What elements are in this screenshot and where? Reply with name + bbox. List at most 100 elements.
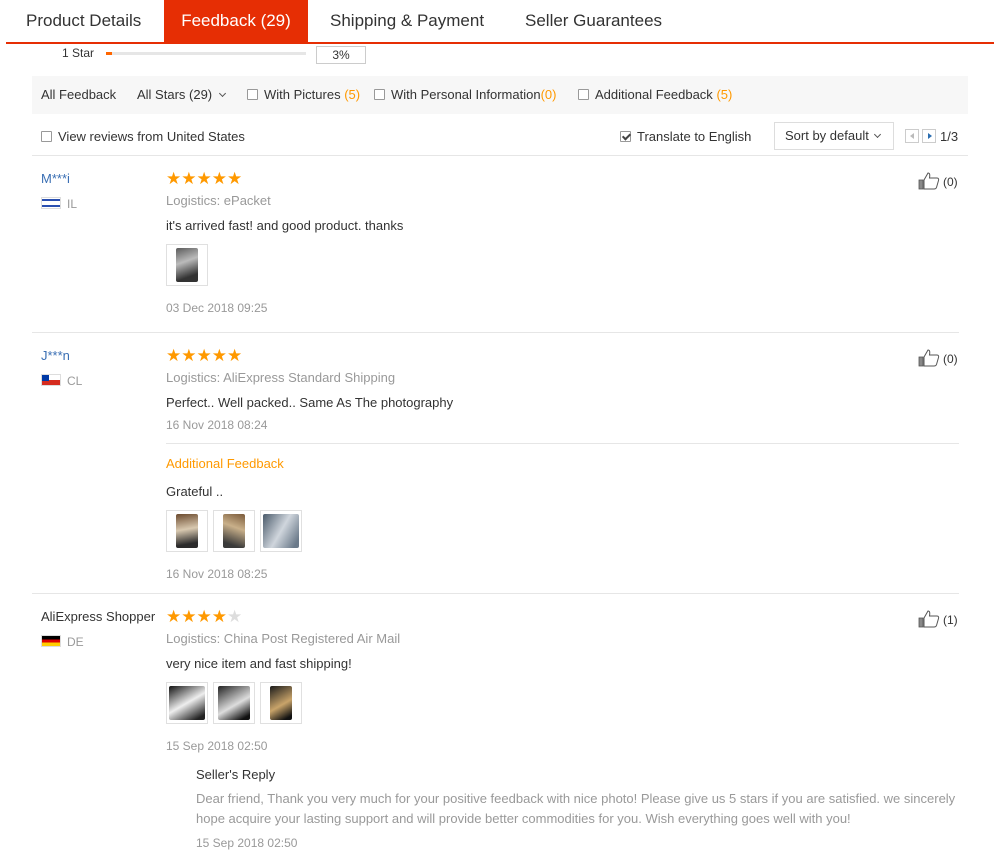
review-photo-thumbnail[interactable] [166,682,208,724]
additional-feedback-date: 16 Nov 2018 08:25 [166,567,268,581]
logistics-info: Logistics: ePacket [166,193,271,208]
reviewer-name[interactable]: J***n [41,348,70,363]
with-personal-label: With Personal Information [391,87,541,102]
star-filled-icon: ★ [181,169,197,188]
view-us-checkbox[interactable] [41,131,52,142]
helpful-count: (0) [943,175,958,189]
helpful-button[interactable]: (1) [918,610,958,628]
seller-reply-date: 15 Sep 2018 02:50 [196,836,298,850]
additional-checkbox[interactable] [578,89,589,100]
star-filled-icon: ★ [227,169,243,188]
star-filled-icon: ★ [196,346,212,365]
chevron-down-icon [219,89,227,98]
star-filled-icon: ★ [166,169,182,188]
filter-all-stars-select[interactable]: All Stars (29) [137,76,227,114]
filter-all-stars-label: All Stars (29) [137,87,213,102]
rating-percent: 3% [316,46,366,64]
photo-image [270,686,292,720]
star-filled-icon: ★ [166,346,182,365]
rating-bar [106,52,306,55]
with-personal-checkbox[interactable] [374,89,385,100]
review-text: it's arrived fast! and good product. tha… [166,218,404,233]
filter-bar: All Feedback All Stars (29) With Picture… [32,76,968,114]
helpful-button[interactable]: (0) [918,349,958,367]
view-us-label: View reviews from United States [58,129,245,144]
tab-feedback[interactable]: Feedback (29) [164,0,308,42]
reviewer-name: AliExpress Shopper [41,609,156,624]
with-personal-count: (0) [540,87,557,102]
review-photo-thumbnail[interactable] [213,510,255,552]
filter-with-personal-info[interactable]: With Personal Information(0) [374,76,556,114]
tab-shipping-payment[interactable]: Shipping & Payment [330,0,484,42]
rating-row-label: 1 Star [62,46,95,60]
additional-count: (5) [716,87,733,102]
review-date: 03 Dec 2018 09:25 [166,301,268,315]
sort-label: Sort by default [785,128,869,143]
thumbs-up-icon [918,610,940,628]
divider [32,332,959,333]
additional-feedback-title: Additional Feedback [166,456,284,471]
star-filled-icon: ★ [166,607,182,626]
helpful-count: (0) [943,352,958,366]
photo-image [223,514,245,548]
helpful-button[interactable]: (0) [918,172,958,190]
review-photo-thumbnail[interactable] [260,682,302,724]
review-photo-thumbnail[interactable] [166,244,208,286]
photo-image [263,514,299,548]
tab-seller-guarantees[interactable]: Seller Guarantees [525,0,662,42]
chevron-right-icon [928,133,932,139]
with-pictures-count: (5) [344,87,361,102]
review-date: 16 Nov 2018 08:24 [166,418,268,432]
filter-all-feedback[interactable]: All Feedback [41,76,116,114]
review-photo-thumbnail[interactable] [166,510,208,552]
photo-image [176,514,198,548]
divider [166,443,959,444]
star-filled-icon: ★ [196,169,212,188]
logistics-info: Logistics: AliExpress Standard Shipping [166,370,396,385]
chevron-left-icon [910,133,914,139]
photo-image [218,686,250,720]
helpful-count: (1) [943,613,958,627]
filter-with-pictures[interactable]: With Pictures (5) [247,76,360,114]
star-filled-icon: ★ [211,169,227,188]
star-filled-icon: ★ [211,607,227,626]
star-filled-icon: ★ [181,346,197,365]
review-photo-thumbnail[interactable] [213,682,255,724]
review-text: Perfect.. Well packed.. Same As The phot… [166,395,454,410]
rating-bar-fill [106,52,112,55]
star-filled-icon: ★ [181,607,197,626]
country-code: CL [67,374,83,388]
flag-de-icon [41,635,61,647]
translate-option[interactable]: Translate to English [620,129,751,144]
star-filled-icon: ★ [211,346,227,365]
flag-cl-icon [41,374,61,386]
divider [32,155,968,156]
reviewer-country: IL [41,197,77,211]
review-photo-thumbnail[interactable] [260,510,302,552]
translate-checkbox[interactable] [620,131,631,142]
review-text: very nice item and fast shipping! [166,656,352,671]
reviewer-country: CL [41,374,82,388]
view-us-option[interactable]: View reviews from United States [41,129,245,144]
next-page-button[interactable] [922,129,936,143]
reviewer-name[interactable]: M***i [41,171,70,186]
flag-il-icon [41,197,61,209]
star-rating: ★★★★★ [166,170,242,187]
with-pictures-checkbox[interactable] [247,89,258,100]
tab-bar: Product Details Feedback (29) Shipping &… [6,0,994,44]
filter-additional-feedback[interactable]: Additional Feedback (5) [578,76,732,114]
photo-image [169,686,205,720]
country-code: DE [67,635,84,649]
additional-label: Additional Feedback [595,87,713,102]
translate-label: Translate to English [637,129,752,144]
tab-product-details[interactable]: Product Details [26,0,141,42]
page-indicator: 1/3 [940,129,959,144]
star-filled-icon: ★ [227,346,243,365]
reviewer-country: DE [41,635,84,649]
photo-image [176,248,198,282]
sort-select[interactable]: Sort by default [774,122,894,150]
review-date: 15 Sep 2018 02:50 [166,739,268,753]
prev-page-button[interactable] [905,129,919,143]
star-empty-icon: ★ [227,607,243,626]
star-rating: ★★★★★ [166,608,242,625]
